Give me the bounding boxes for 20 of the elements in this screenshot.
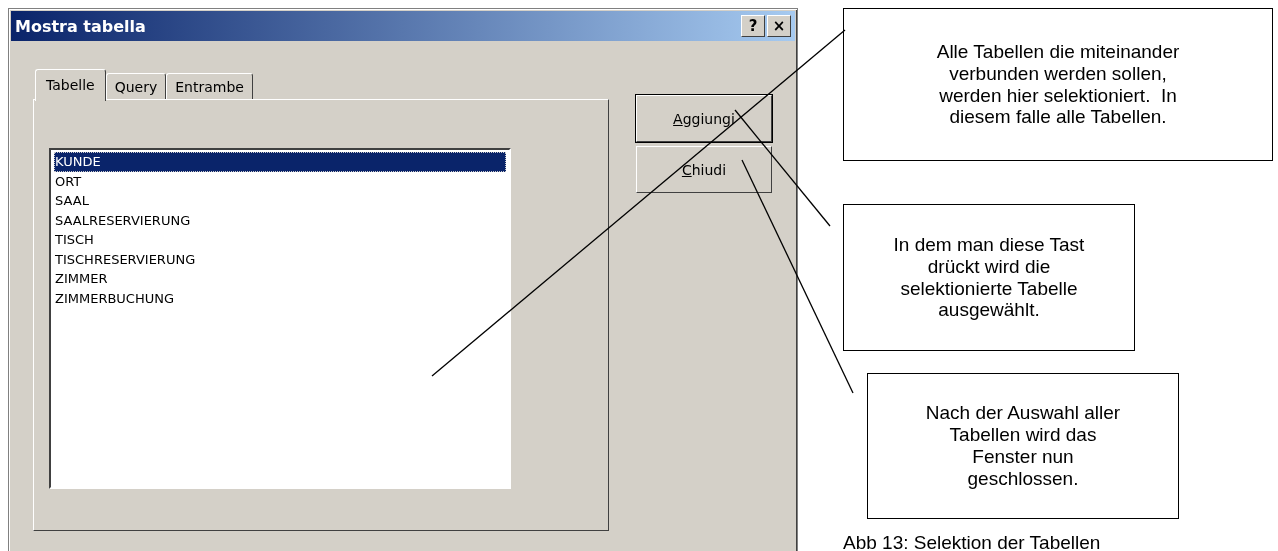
list-item[interactable]: ORT xyxy=(54,171,506,191)
list-item[interactable]: ZIMMER xyxy=(54,269,506,289)
window-title: Mostra tabella xyxy=(15,16,146,36)
callout-box: In dem man diese Tast drückt wird die selektionierte Tabelle ausgewählt. xyxy=(843,204,1135,351)
tab[interactable]: Entrambe xyxy=(166,73,253,99)
close-dialog-button[interactable]: Chiudi xyxy=(636,146,772,193)
list-item[interactable]: TISCHRESERVIERUNG xyxy=(54,249,506,269)
add-button[interactable]: Aggiungi xyxy=(636,95,772,142)
tab[interactable]: Tabelle xyxy=(35,69,106,101)
figure-caption: Abb 13: Selektion der Tabellen xyxy=(843,532,1101,551)
list-item[interactable]: ZIMMERBUCHUNG xyxy=(54,288,506,308)
help-button[interactable]: ? xyxy=(741,15,765,37)
tab[interactable]: Query xyxy=(105,73,167,99)
list-item[interactable]: TISCH xyxy=(54,230,506,250)
list-item[interactable]: SAAL xyxy=(54,191,506,211)
callout-box: Alle Tabellen die miteinander verbunden werden sollen, werden hier selektioniert. In diesem falle alle Tabellen. xyxy=(843,8,1273,161)
list-item[interactable]: SAALRESERVIERUNG xyxy=(54,210,506,230)
close-button[interactable]: × xyxy=(767,15,791,37)
list-item[interactable]: KUNDE xyxy=(54,152,506,172)
callout-box: Nach der Auswahl aller Tabellen wird das Fenster nun geschlossen. xyxy=(867,373,1179,519)
